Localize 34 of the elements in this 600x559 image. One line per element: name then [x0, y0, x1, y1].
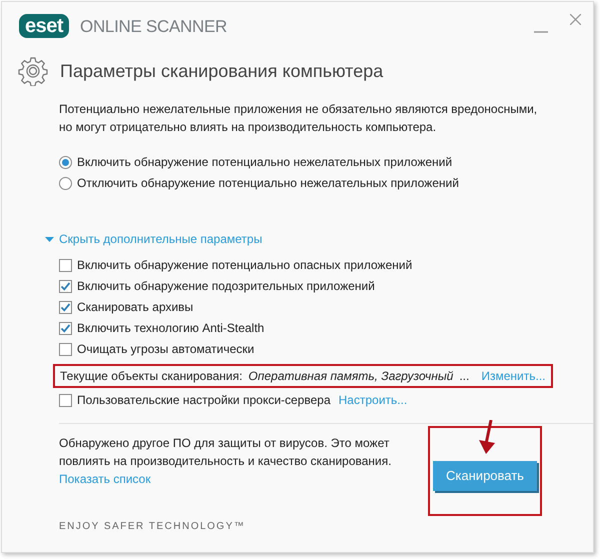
notice-text: Обнаружено другое ПО для защиты от вирусов. Это может повлиять на производительность и качество сканирования. Показать список [59, 435, 392, 488]
change-link[interactable]: Изменить... [481, 367, 546, 385]
radio-label: Отключить обнаружение потенциально нежелательных приложений [77, 175, 459, 192]
radio-button[interactable] [59, 156, 72, 168]
checkbox-label: Очищать угрозы автоматически [77, 341, 254, 358]
window-title: ONLINE SCANNER [80, 16, 227, 38]
advanced-options-toggle[interactable]: Скрыть дополнительные параметры [45, 230, 553, 248]
show-list-link[interactable]: Показать список [59, 472, 151, 486]
checkbox[interactable] [59, 342, 72, 356]
checkbox-label: Пользовательские настройки прокси-сервера [77, 392, 331, 409]
checkbox[interactable] [59, 300, 72, 314]
scan-targets-label: Текущие объекты сканирования: [60, 368, 242, 385]
footer-slogan: ENJOY SAFER TECHNOLOGY™ [59, 521, 246, 532]
scan-button[interactable]: Сканировать [433, 461, 537, 491]
checkbox[interactable] [59, 394, 72, 406]
caret-icon [45, 234, 54, 244]
description-text: Потенциально нежелательные приложения не обязательно являются вредоносными, но могут отрицательно влиять на производительность компьютера. [59, 101, 538, 136]
arrow-icon [478, 420, 496, 454]
checkbox-label: Сканировать архивы [77, 299, 194, 316]
checkbox[interactable] [59, 258, 72, 272]
checkbox-label: Включить обнаружение потенциально опасных приложений [77, 257, 412, 274]
configure-link[interactable]: Настроить... [338, 391, 408, 409]
logo: eset [19, 14, 70, 38]
page-heading: Параметры сканирования компьютера [60, 60, 384, 83]
close-icon[interactable] [570, 14, 581, 25]
ellipsis-text: ... [459, 368, 470, 385]
checkbox-label: Включить обнаружение подозрительных приложений [77, 278, 375, 295]
checkbox[interactable] [59, 322, 72, 334]
checkbox-label: Включить технологию Anti-Stealth [77, 320, 264, 337]
radio-label: Включить обнаружение потенциально нежелательных приложений [77, 154, 452, 171]
checkbox[interactable] [59, 280, 72, 292]
radio-button[interactable] [59, 176, 72, 190]
gear-icon [18, 56, 48, 86]
scan-targets-value: Оперативная память, Загрузочный [248, 368, 454, 385]
